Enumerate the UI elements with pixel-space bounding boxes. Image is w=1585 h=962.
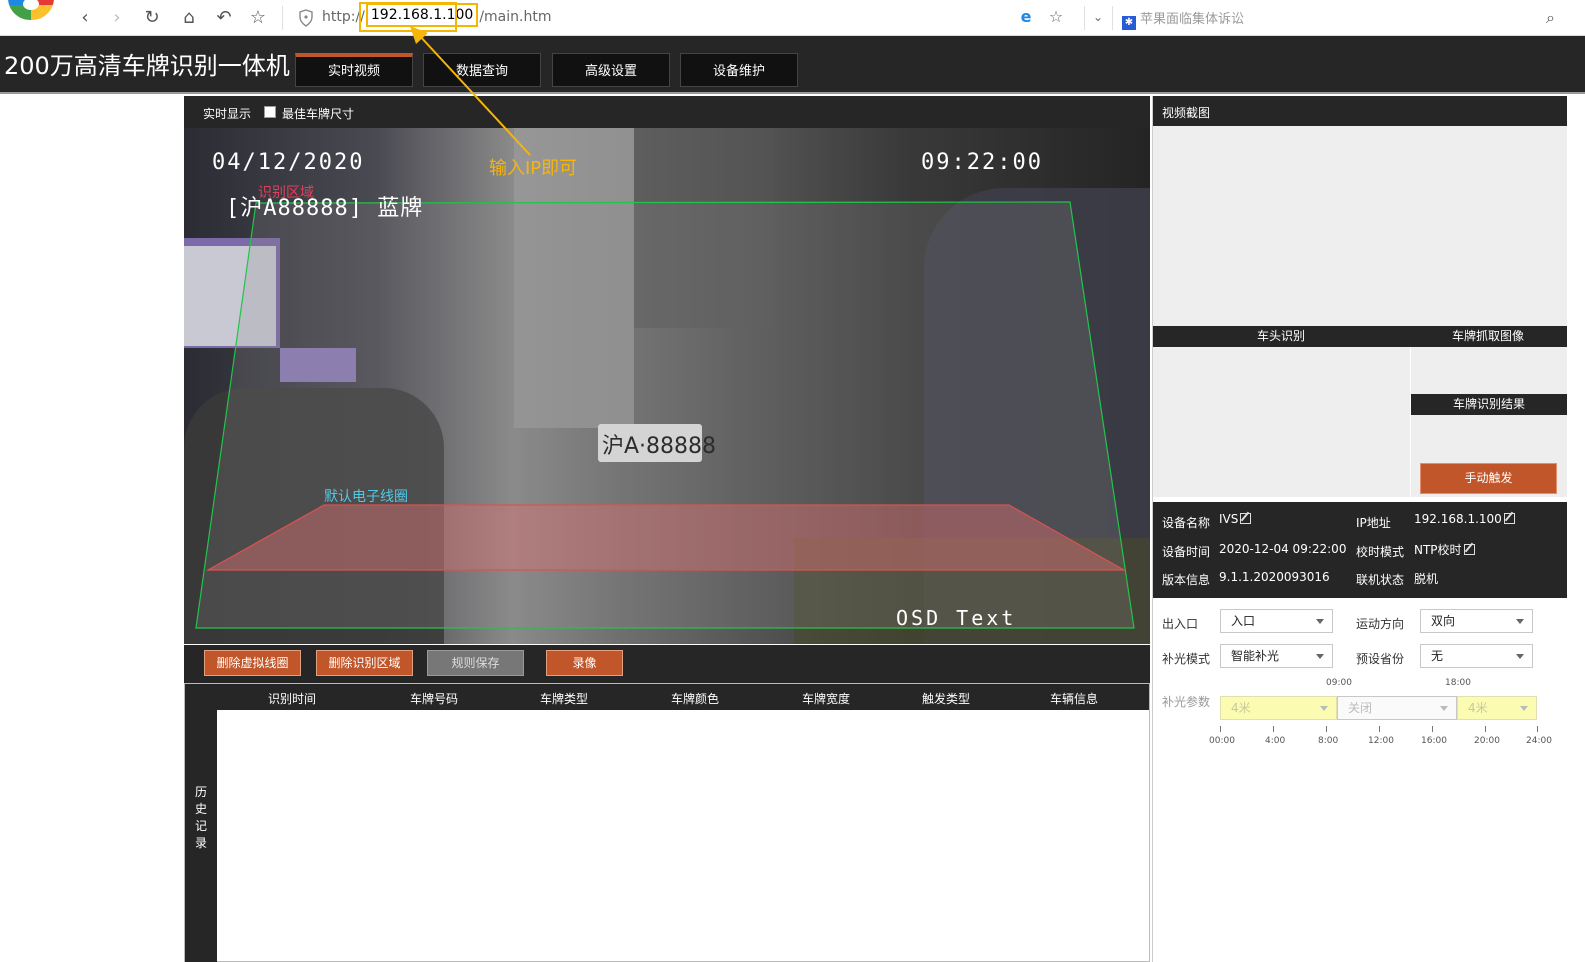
direction-select-value: 双向 <box>1431 614 1456 628</box>
timeline-label: 24:00 <box>1526 736 1552 746</box>
province-label: 预设省份 <box>1356 652 1405 666</box>
chevron-down-icon <box>1516 654 1524 659</box>
col-plate-color[interactable]: 车牌颜色 <box>671 690 719 707</box>
status-value: 脱机 <box>1414 572 1439 586</box>
light-mode-select-value: 智能补光 <box>1231 649 1280 663</box>
col-trigger-type[interactable]: 触发类型 <box>922 690 970 707</box>
edit-sync-icon[interactable] <box>1463 544 1475 555</box>
direction-label: 运动方向 <box>1356 617 1405 631</box>
device-time-label: 设备时间 <box>1162 545 1211 559</box>
timeline-tick <box>1326 726 1327 732</box>
device-name-value: IVS <box>1219 512 1239 526</box>
light-mode-select[interactable]: 智能补光 <box>1220 644 1333 668</box>
chevron-down-icon <box>1516 619 1524 624</box>
ip-value: 192.168.1.100 <box>1414 512 1502 526</box>
manual-trigger-button[interactable]: 手动触发 <box>1420 463 1557 494</box>
plate-capture-image <box>1411 347 1567 394</box>
province-select[interactable]: 无 <box>1420 644 1533 668</box>
col-plate-width[interactable]: 车牌宽度 <box>802 690 850 707</box>
device-name-label: 设备名称 <box>1162 516 1211 530</box>
sync-mode-value-wrap: NTP校时 <box>1414 541 1475 558</box>
segment-1-value: 4米 <box>1231 701 1251 715</box>
annotation-arrow-line <box>417 33 531 156</box>
edit-name-icon[interactable] <box>1240 513 1252 524</box>
light-param-segment-2[interactable]: 关闭 <box>1337 696 1457 720</box>
vehicle-head-label: 车头识别 <box>1153 326 1409 347</box>
chevron-down-icon <box>1520 706 1528 711</box>
version-label: 版本信息 <box>1162 573 1211 587</box>
direction-select[interactable]: 双向 <box>1420 609 1533 633</box>
edit-ip-icon[interactable] <box>1503 513 1515 524</box>
right-panel: 视频截图 车头识别 车牌抓取图像 车牌识别结果 手动触发 设备名称 IVS IP… <box>1152 96 1567 962</box>
save-rules-button[interactable]: 规则保存 <box>427 650 524 676</box>
entrance-label: 出入口 <box>1162 617 1199 631</box>
col-plate-number[interactable]: 车牌号码 <box>410 690 458 707</box>
delete-virtual-loop-button[interactable]: 删除虚拟线圈 <box>204 650 301 676</box>
timeline-tick <box>1485 726 1486 732</box>
ip-value-wrap: 192.168.1.100 <box>1414 512 1515 526</box>
record-button[interactable]: 录像 <box>546 650 623 676</box>
sync-mode-label: 校时模式 <box>1356 545 1405 559</box>
light-param-segment-3[interactable]: 4米 <box>1457 696 1537 720</box>
timeline-tick <box>1537 726 1538 732</box>
segment-mark-1800: 18:00 <box>1445 678 1471 688</box>
chevron-down-icon <box>1440 706 1448 711</box>
timeline-label: 00:00 <box>1209 736 1235 746</box>
video-control-bar: 删除虚拟线圈 删除识别区域 规则保存 录像 <box>184 645 1150 683</box>
plate-result-label: 车牌识别结果 <box>1411 394 1567 415</box>
col-vehicle-info[interactable]: 车辆信息 <box>1050 690 1098 707</box>
history-panel: 历史记录 识别时间 车牌号码 车牌类型 车牌颜色 车牌宽度 触发类型 车辆信息 <box>184 683 1150 962</box>
history-side-label: 历史记录 <box>194 785 207 850</box>
segment-2-value: 关闭 <box>1348 701 1373 715</box>
version-value: 9.1.1.2020093016 <box>1219 570 1330 584</box>
chevron-down-icon <box>1320 706 1328 711</box>
light-param-label: 补光参数 <box>1162 695 1211 709</box>
snapshot-image-area <box>1153 126 1567 326</box>
delete-region-button[interactable]: 删除识别区域 <box>316 650 413 676</box>
ip-label: IP地址 <box>1356 516 1391 530</box>
snapshot-header: 视频截图 <box>1153 96 1567 126</box>
device-name-value-wrap: IVS <box>1219 512 1252 526</box>
light-mode-label: 补光模式 <box>1162 652 1211 666</box>
timeline-label: 4:00 <box>1265 736 1286 746</box>
sync-mode-value: NTP校时 <box>1414 543 1462 557</box>
status-label: 联机状态 <box>1356 573 1405 587</box>
annotation-text: 输入IP即可 <box>489 158 578 179</box>
col-plate-type[interactable]: 车牌类型 <box>540 690 588 707</box>
segment-3-value: 4米 <box>1468 701 1488 715</box>
device-time-value: 2020-12-04 09:22:00 <box>1219 542 1347 556</box>
col-recognition-time[interactable]: 识别时间 <box>268 690 316 707</box>
timeline-label: 8:00 <box>1318 736 1339 746</box>
entrance-select[interactable]: 入口 <box>1220 609 1333 633</box>
timeline-tick <box>1273 726 1274 732</box>
timeline-tick <box>1220 726 1221 732</box>
vehicle-head-image <box>1153 347 1410 497</box>
light-param-segment-1[interactable]: 4米 <box>1220 696 1337 720</box>
chevron-down-icon <box>1316 619 1324 624</box>
url-annotation-box <box>359 2 457 32</box>
timeline-label: 16:00 <box>1421 736 1447 746</box>
entrance-select-value: 入口 <box>1231 614 1256 628</box>
timeline-tick <box>1379 726 1380 732</box>
plate-capture-label: 车牌抓取图像 <box>1409 326 1567 347</box>
history-side-tab[interactable]: 历史记录 <box>185 684 217 962</box>
timeline-label: 20:00 <box>1474 736 1500 746</box>
timeline-tick <box>1432 726 1433 732</box>
segment-mark-0900: 09:00 <box>1326 678 1352 688</box>
device-info-panel: 设备名称 IVS IP地址 192.168.1.100 设备时间 2020-12… <box>1153 502 1567 598</box>
chevron-down-icon <box>1316 654 1324 659</box>
snapshot-header-label: 视频截图 <box>1162 106 1211 120</box>
timeline-label: 12:00 <box>1368 736 1394 746</box>
province-select-value: 无 <box>1431 649 1444 663</box>
history-table-header: 识别时间 车牌号码 车牌类型 车牌颜色 车牌宽度 触发类型 车辆信息 <box>217 684 1149 710</box>
